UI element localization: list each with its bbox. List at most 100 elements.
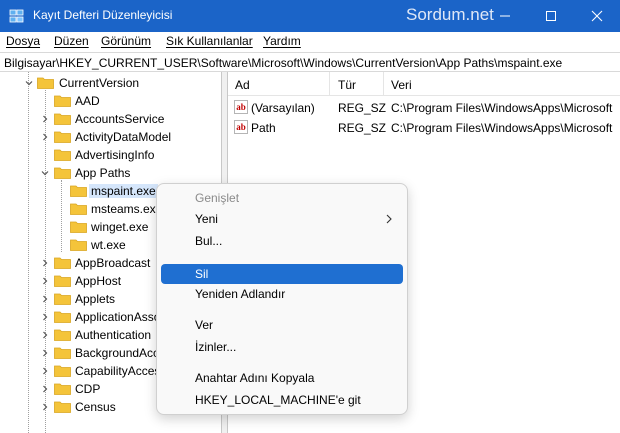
tree-item-label: AppBroadcast: [75, 256, 151, 270]
menu-item-label: Yeni: [195, 212, 218, 226]
tree-item-label: mspaint.exe: [89, 184, 158, 198]
value-data: C:\Program Files\WindowsApps\Microsoft: [391, 121, 613, 135]
folder-icon: [54, 275, 71, 287]
menu-item-label: Sil: [195, 267, 209, 281]
tree-item-aad[interactable]: AAD: [0, 92, 210, 110]
column-separator[interactable]: [383, 72, 384, 96]
chevron-right-icon[interactable]: [39, 275, 51, 287]
menu-item-rename[interactable]: Yeniden Adlandır: [161, 284, 403, 304]
registry-editor-icon: [9, 9, 24, 23]
tree-item-label: ActivityDataModel: [75, 130, 172, 144]
tree-item-advertisinginfo[interactable]: AdvertisingInfo: [0, 146, 210, 164]
chevron-right-icon[interactable]: [39, 113, 51, 125]
value-type: REG_SZ: [338, 121, 387, 135]
menu-item-delete[interactable]: Sil: [161, 264, 403, 284]
folder-icon: [54, 383, 71, 395]
folder-icon: [54, 131, 71, 143]
menu-item-label: Ver: [195, 318, 214, 332]
tree-item-label: Authentication: [75, 328, 152, 342]
tree-item-label: wt.exe: [91, 238, 126, 252]
tree-item-app-paths[interactable]: App Paths: [0, 164, 210, 182]
tree-item-label: AccountsService: [75, 112, 165, 126]
folder-icon: [70, 221, 87, 233]
tree-item-label: Census: [75, 400, 116, 414]
close-icon: [591, 10, 603, 22]
menu-yardim[interactable]: Yardım: [263, 34, 301, 48]
tree-item-activitydatamodel[interactable]: ActivityDataModel: [0, 128, 210, 146]
chevron-down-icon[interactable]: [39, 167, 51, 179]
list-row-default[interactable]: ab (Varsayılan) REG_SZ C:\Program Files\…: [228, 97, 620, 117]
string-value-icon: ab: [234, 120, 248, 134]
chevron-right-icon[interactable]: [39, 347, 51, 359]
menu-item-label: HKEY_LOCAL_MACHINE'e git: [195, 393, 361, 407]
minimize-icon: [500, 15, 510, 17]
menu-item-label: Bul...: [195, 234, 223, 248]
menu-duzen[interactable]: Düzen: [54, 34, 89, 48]
tree-item-label: AppHost: [75, 274, 122, 288]
folder-icon: [70, 185, 87, 197]
folder-icon: [54, 365, 71, 377]
column-header-data[interactable]: Veri: [391, 78, 412, 92]
watermark: Sordum.net: [406, 5, 494, 24]
value-name: Path: [251, 121, 276, 135]
address-bar[interactable]: Bilgisayar\HKEY_CURRENT_USER\Software\Mi…: [0, 52, 620, 72]
value-data: C:\Program Files\WindowsApps\Microsoft: [391, 101, 613, 115]
chevron-right-icon[interactable]: [39, 365, 51, 377]
tree-item-label: msteams.exe: [91, 202, 163, 216]
chevron-right-icon: [386, 214, 392, 224]
tree-item-label: BackgroundAcce: [75, 346, 166, 360]
tree-item-label: AAD: [75, 94, 100, 108]
menu-item-label: Genişlet: [195, 191, 240, 205]
folder-icon: [54, 113, 71, 125]
menu-gorunum[interactable]: Görünüm: [101, 34, 151, 48]
tree-item-label: Applets: [75, 292, 116, 306]
close-button[interactable]: [574, 0, 620, 32]
menu-item-permissions[interactable]: İzinler...: [161, 337, 403, 357]
tree-item-currentversion[interactable]: CurrentVersion: [0, 74, 210, 92]
maximize-icon: [546, 11, 556, 21]
minimize-button[interactable]: [482, 0, 528, 32]
window-title: Kayıt Defteri Düzenleyicisi: [33, 8, 173, 22]
menu-dosya[interactable]: Dosya: [6, 34, 40, 48]
chevron-right-icon[interactable]: [39, 131, 51, 143]
column-separator[interactable]: [329, 72, 330, 96]
menu-item-label: İzinler...: [195, 340, 237, 354]
chevron-right-icon[interactable]: [39, 311, 51, 323]
value-name: (Varsayılan): [251, 101, 315, 115]
tree-item-label: CapabilityAcces: [75, 364, 161, 378]
menu-sik-kullanilanlar[interactable]: Sık Kullanılanlar: [166, 34, 253, 48]
folder-icon: [70, 239, 87, 251]
folder-icon: [54, 401, 71, 413]
folder-icon: [54, 167, 71, 179]
value-type: REG_SZ: [338, 101, 387, 115]
maximize-button[interactable]: [528, 0, 574, 32]
address-path: Bilgisayar\HKEY_CURRENT_USER\Software\Mi…: [4, 56, 563, 70]
menu-item-goto-hklm[interactable]: HKEY_LOCAL_MACHINE'e git: [161, 390, 403, 410]
chevron-right-icon[interactable]: [39, 293, 51, 305]
menu-item-export[interactable]: Ver: [161, 315, 403, 335]
menu-item-expand[interactable]: Genişlet: [161, 188, 403, 208]
tree-item-label: App Paths: [75, 166, 131, 180]
folder-icon: [37, 77, 54, 89]
folder-icon: [54, 95, 71, 107]
tree-item-accountsservice[interactable]: AccountsService: [0, 110, 210, 128]
chevron-right-icon[interactable]: [39, 329, 51, 341]
chevron-down-icon[interactable]: [23, 77, 35, 89]
tree-item-label: winget.exe: [91, 220, 149, 234]
menu-item-copy-key-name[interactable]: Anahtar Adını Kopyala: [161, 368, 403, 388]
chevron-right-icon[interactable]: [39, 383, 51, 395]
folder-icon: [54, 293, 71, 305]
column-header-name[interactable]: Ad: [235, 78, 250, 92]
tree-item-label: AdvertisingInfo: [75, 148, 155, 162]
tree-item-label: ApplicationAsso: [75, 310, 161, 324]
chevron-right-icon[interactable]: [39, 257, 51, 269]
context-menu: Genişlet Yeni Bul... Sil Yeniden Adlandı…: [156, 183, 408, 415]
string-value-icon: ab: [234, 100, 248, 114]
chevron-right-icon[interactable]: [39, 401, 51, 413]
menu-item-new[interactable]: Yeni: [161, 209, 403, 229]
menu-item-find[interactable]: Bul...: [161, 231, 403, 251]
list-row-path[interactable]: ab Path REG_SZ C:\Program Files\WindowsA…: [228, 117, 620, 137]
menu-item-label: Yeniden Adlandır: [195, 287, 286, 301]
column-header-type[interactable]: Tür: [338, 78, 356, 92]
folder-icon: [54, 347, 71, 359]
